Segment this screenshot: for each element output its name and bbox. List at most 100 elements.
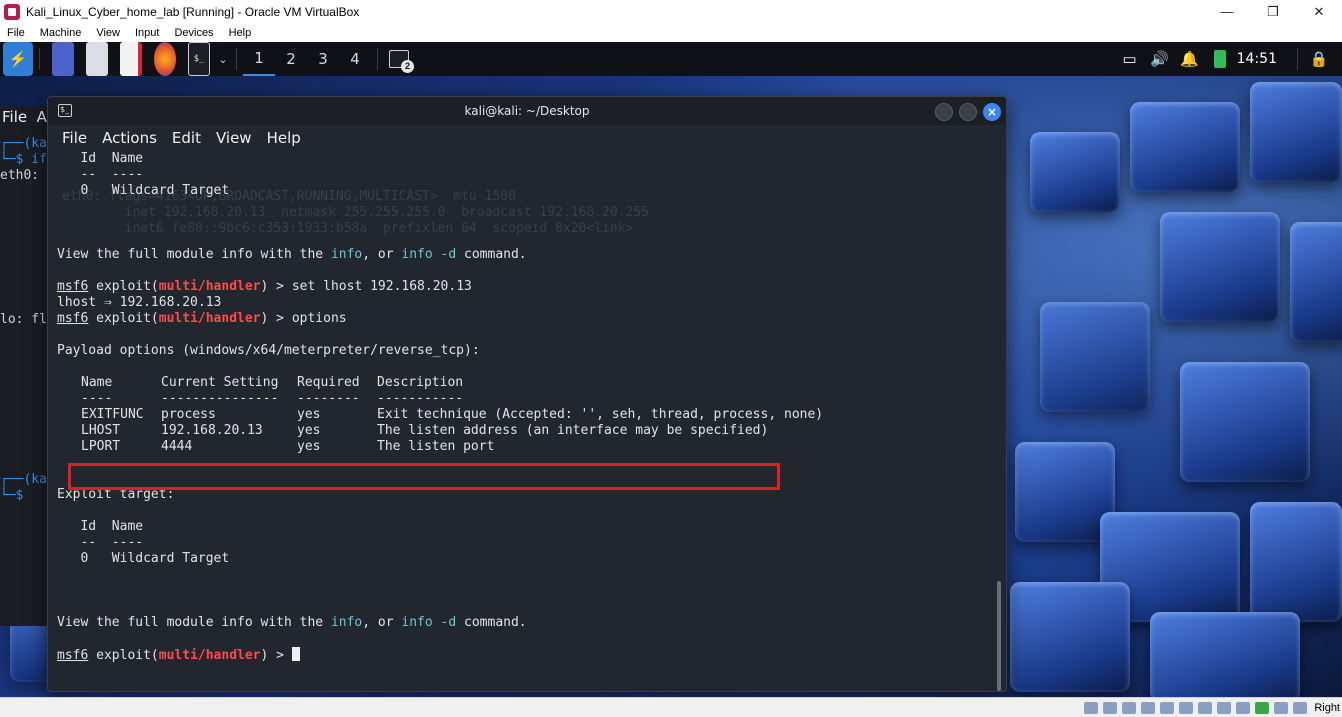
hard-disk-icon[interactable] (1084, 701, 1099, 714)
bg-terminal-line: ┌──(ka (0, 136, 47, 151)
mouse-integration-icon[interactable] (1274, 701, 1289, 714)
table-row-lport-description: The listen port (377, 439, 495, 454)
kali-menu-icon[interactable]: ⚡ (3, 42, 33, 76)
host-close-button[interactable]: ✕ (1296, 0, 1342, 23)
vm-screen: ⚡ $_ ⌄ 1 2 3 4 2 ▭ 🔊 🔔 14:51 🔒 File A ┌─… (0, 42, 1342, 697)
firefox-icon[interactable] (154, 42, 176, 76)
cpu-icon[interactable] (1236, 701, 1251, 714)
terminal-menu-help[interactable]: Help (267, 129, 301, 147)
recording-icon[interactable] (1217, 701, 1232, 714)
host-key-label: Right (1314, 701, 1340, 714)
terminal-window[interactable]: $_ kali@kali: ~/Desktop × File Actions E… (47, 96, 1007, 692)
terminal-menu-edit[interactable]: Edit (172, 129, 201, 147)
host-menu-view[interactable]: View (89, 27, 128, 39)
wallpaper-shape (1250, 502, 1342, 622)
opt-header-required: Required (297, 375, 360, 390)
panel-separator (39, 48, 40, 70)
ghost-text: inet 192.168.20.13 netmask 255.255.255.0… (62, 205, 649, 220)
lhost-highlight-box (68, 463, 780, 490)
bg-terminal-line: ┌──(ka (0, 472, 47, 487)
terminal-close-button[interactable]: × (983, 103, 1001, 121)
taskbar-terminal-button[interactable]: 2 (384, 42, 414, 76)
wallpaper-shape (1160, 212, 1280, 322)
panel-clock[interactable]: 14:51 (1237, 51, 1277, 67)
prompt-line: msf6 exploit(multi/handler) > options (57, 311, 347, 326)
terminal-minimize-button[interactable] (935, 103, 953, 121)
usb-icon[interactable] (1160, 701, 1175, 714)
host-menu-machine[interactable]: Machine (33, 27, 90, 39)
file-manager-icon[interactable] (86, 42, 108, 76)
terminal-icon: $_ (58, 104, 72, 117)
optical-drive-icon[interactable] (1103, 701, 1118, 714)
target-rule-row: -- ---- (80, 535, 144, 550)
workspace-1[interactable]: 1 (243, 42, 275, 76)
target-header-row: Id Name (80, 519, 144, 534)
host-window-title: Kali_Linux_Cyber_home_lab [Running] - Or… (26, 4, 360, 19)
acceleration-icon[interactable] (1255, 701, 1270, 714)
table-row-lhost-setting: 192.168.20.13 (161, 423, 263, 438)
active-prompt[interactable]: msf6 exploit(multi/handler) > (57, 647, 300, 664)
wallpaper-shape (1010, 582, 1130, 692)
module-info-hint: View the full module info with the info,… (57, 247, 527, 262)
opt-rule: -------- (297, 391, 360, 406)
display-icon[interactable] (1198, 701, 1213, 714)
window-count-badge: 2 (401, 60, 414, 73)
terminal-menubar: File Actions Edit View Help (48, 125, 1006, 151)
module-info-hint: View the full module info with the info,… (57, 615, 527, 630)
table-row-lport-required: yes (297, 439, 321, 454)
opt-header-setting: Current Setting (161, 375, 279, 390)
opt-header-description: Description (377, 375, 464, 390)
table-row-exitfunc-required: yes (297, 407, 321, 422)
host-menu-help[interactable]: Help (222, 27, 260, 39)
terminal-maximize-button[interactable] (959, 103, 977, 121)
bg-terminal-line: └─$ (0, 488, 32, 503)
workspace-4[interactable]: 4 (339, 42, 371, 76)
display-icon[interactable]: ▭ (1115, 42, 1145, 76)
table-row-lhost-description: The listen address (an interface may be … (377, 423, 769, 438)
opt-rule: --------------- (161, 391, 279, 406)
table-row-lhost-name: LHOST (81, 423, 121, 438)
text-cursor (291, 647, 300, 661)
virtualbox-icon (4, 3, 20, 20)
lock-icon[interactable]: 🔒 (1304, 42, 1334, 76)
host-titlebar: Kali_Linux_Cyber_home_lab [Running] - Or… (0, 0, 1342, 23)
terminal-menu-view[interactable]: View (216, 129, 252, 147)
terminal-launcher-icon[interactable]: $_ (188, 42, 210, 76)
host-menubar: File Machine View Input Devices Help (0, 23, 1342, 42)
text-editor-icon[interactable] (120, 42, 142, 76)
host-menu-file[interactable]: File (0, 27, 33, 39)
prompt-line: msf6 exploit(multi/handler) > set lhost … (57, 279, 472, 294)
shared-folders-icon[interactable] (1179, 701, 1194, 714)
terminal-scrollbar[interactable] (997, 581, 1001, 691)
bg-terminal-line: └─$ if (0, 152, 47, 167)
battery-icon[interactable] (1205, 42, 1235, 76)
panel-separator (236, 48, 237, 70)
target-row: 0 Wildcard Target (80, 551, 230, 566)
workspace-2[interactable]: 2 (275, 42, 307, 76)
notification-bell-icon[interactable]: 🔔 (1175, 42, 1205, 76)
target-row: 0 Wildcard Target (80, 183, 230, 198)
show-desktop-icon[interactable] (52, 42, 74, 76)
terminal-titlebar[interactable]: $_ kali@kali: ~/Desktop × (48, 97, 1006, 125)
terminal-menu-actions[interactable]: Actions (102, 129, 157, 147)
kali-top-panel: ⚡ $_ ⌄ 1 2 3 4 2 ▭ 🔊 🔔 14:51 🔒 (0, 42, 1342, 76)
terminal-output[interactable]: eth0: flags=4163<UP,BROADCAST,RUNNING,MU… (48, 151, 998, 691)
host-restore-button[interactable]: ❐ (1250, 0, 1296, 23)
host-minimize-button[interactable]: — (1204, 0, 1250, 23)
chevron-down-icon[interactable]: ⌄ (216, 42, 230, 76)
workspace-3[interactable]: 3 (307, 42, 339, 76)
network-icon[interactable] (1141, 701, 1156, 714)
table-row-lhost-required: yes (297, 423, 321, 438)
audio-icon[interactable] (1122, 701, 1137, 714)
terminal-menu-file[interactable]: File (62, 129, 87, 147)
panel-separator (1297, 48, 1298, 70)
opt-rule: ---- (81, 391, 113, 406)
table-row-lport-setting: 4444 (161, 439, 193, 454)
opt-rule: ----------- (377, 391, 464, 406)
host-menu-devices[interactable]: Devices (167, 27, 221, 39)
host-menu-input[interactable]: Input (128, 27, 167, 39)
volume-icon[interactable]: 🔊 (1145, 42, 1175, 76)
host-key-icon[interactable] (1293, 701, 1308, 714)
host-statusbar: Right (0, 697, 1342, 717)
table-row-lport-name: LPORT (81, 439, 121, 454)
